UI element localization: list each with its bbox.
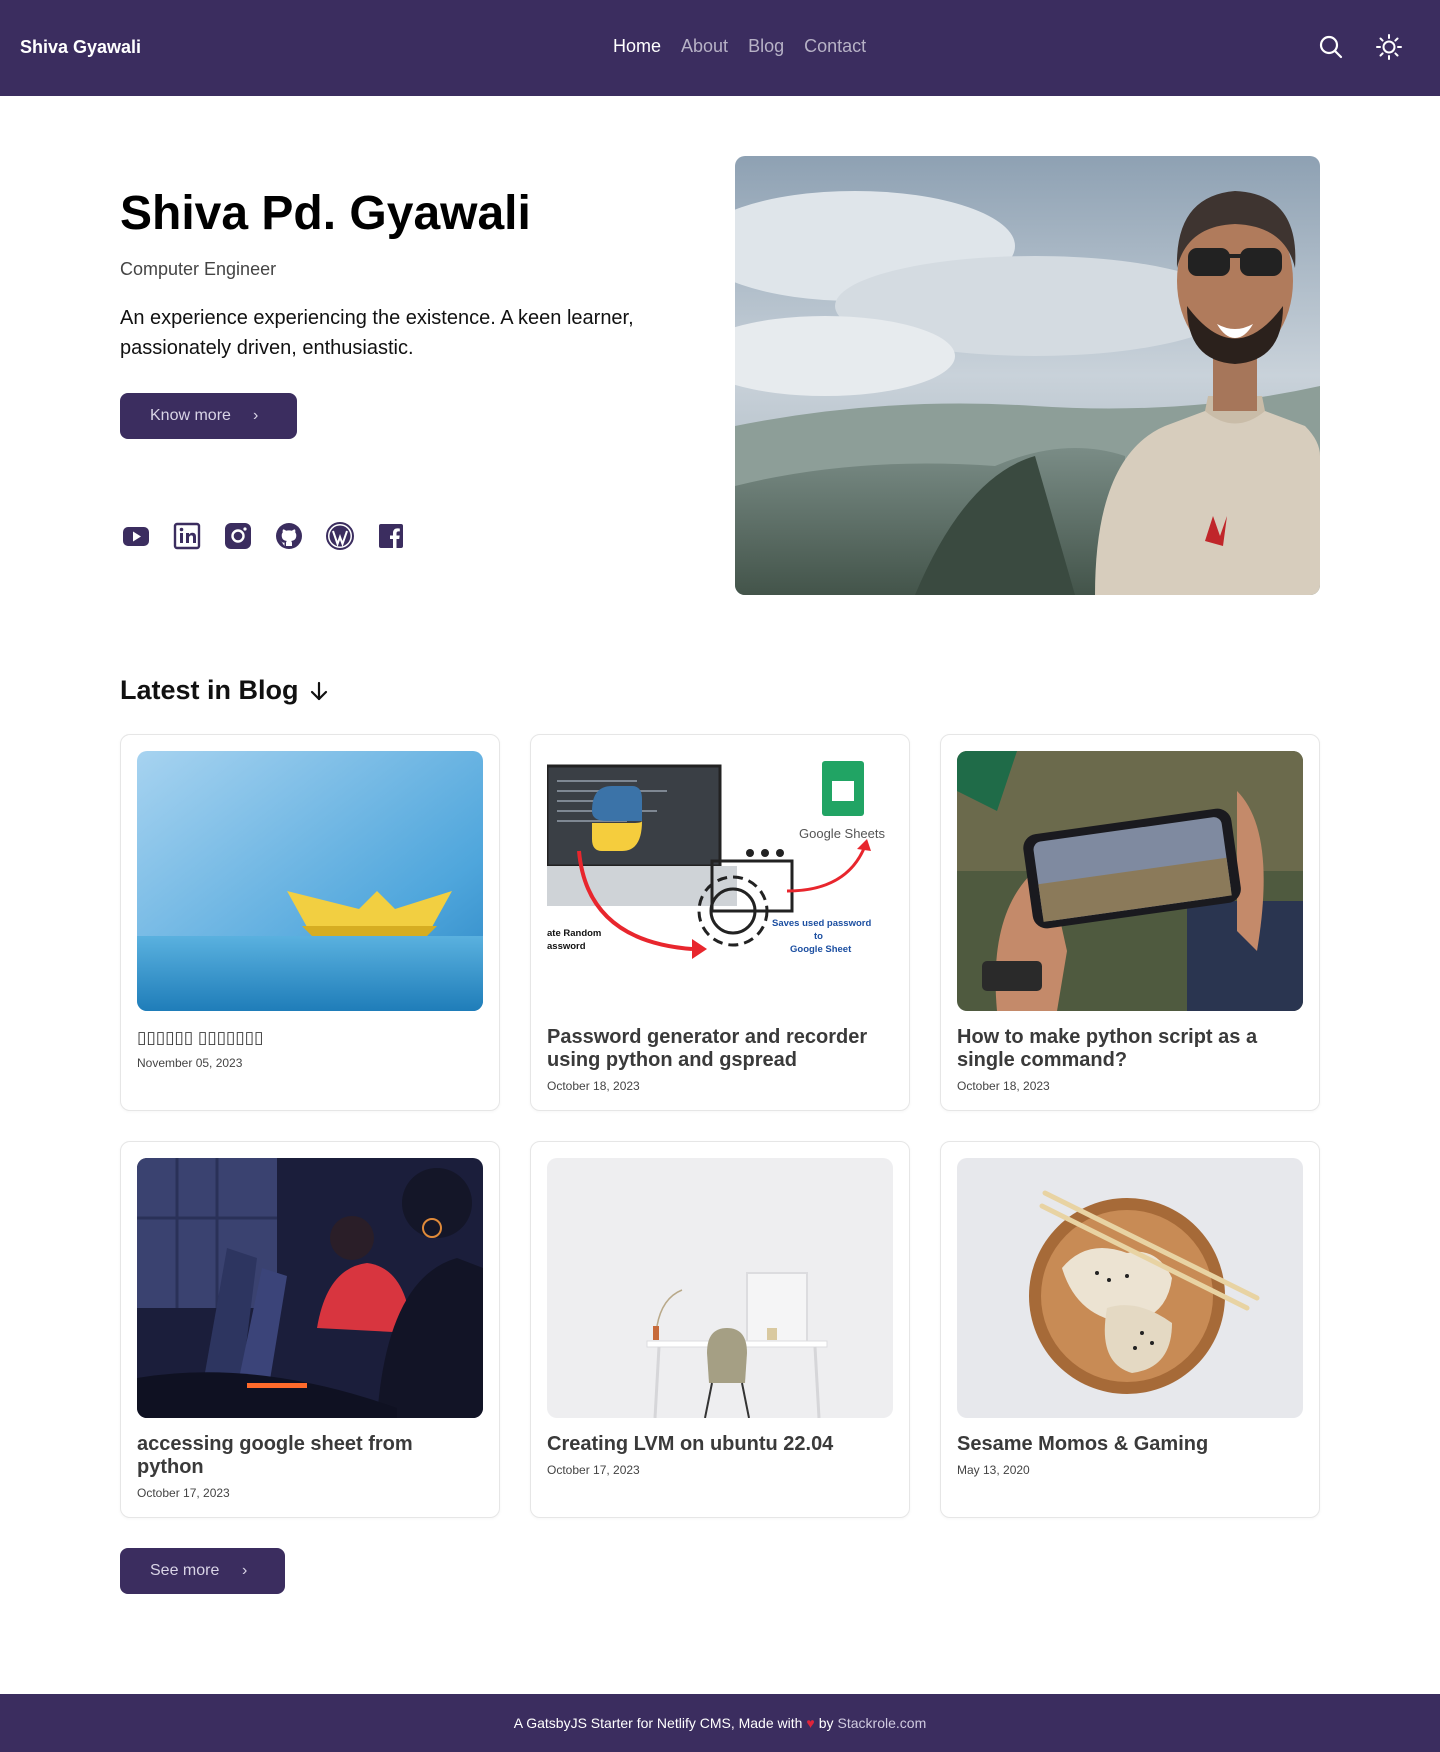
post-date: October 17, 2023 <box>137 1486 230 1500</box>
thumb-text-google-sheet: Google Sheet <box>790 944 852 955</box>
blog-heading: Latest in Blog <box>120 675 331 706</box>
post-thumbnail: Google Sheets Saves used password to Goo… <box>547 751 893 1011</box>
post-title[interactable]: ▯▯▯▯▯▯ ▯▯▯▯▯▯▯ <box>137 1026 483 1049</box>
know-more-button[interactable]: Know more › <box>120 393 297 439</box>
site-footer: A GatsbyJS Starter for Netlify CMS, Made… <box>0 1694 1440 1752</box>
social-links <box>122 520 405 552</box>
post-date: October 18, 2023 <box>547 1079 640 1093</box>
blog-heading-text: Latest in Blog <box>120 675 299 705</box>
github-icon[interactable] <box>275 520 303 552</box>
see-more-button[interactable]: See more › <box>120 1548 285 1594</box>
profile-photo <box>735 156 1320 595</box>
chevron-right-icon: › <box>242 1562 248 1579</box>
hero-description: An experience experiencing the existence… <box>120 307 634 359</box>
blog-card[interactable]: Google Sheets Saves used password to Goo… <box>530 734 910 1111</box>
arrow-down-icon <box>310 681 327 700</box>
post-date: May 13, 2020 <box>957 1463 1030 1477</box>
wordpress-icon[interactable] <box>326 520 354 552</box>
see-more-label: See more <box>150 1562 220 1579</box>
blog-card[interactable]: Sesame Momos & Gaming May 13, 2020 <box>940 1141 1320 1518</box>
post-title[interactable]: Password generator and recorder using py… <box>547 1026 893 1072</box>
main-nav: Home About Blog Contact <box>613 36 866 57</box>
post-title[interactable]: Creating LVM on ubuntu 22.04 <box>547 1433 893 1456</box>
hero-name: Shiva Pd. Gyawali <box>120 187 531 240</box>
search-icon[interactable] <box>1318 34 1344 60</box>
thumb-text-to: to <box>814 931 823 942</box>
blog-card[interactable]: Creating LVM on ubuntu 22.04 October 17,… <box>530 1141 910 1518</box>
footer-text: A GatsbyJS Starter for Netlify CMS, Made… <box>513 1715 803 1731</box>
nav-about[interactable]: About <box>681 36 728 57</box>
post-thumbnail <box>957 1158 1303 1418</box>
blog-card[interactable]: accessing google sheet from python Octob… <box>120 1141 500 1518</box>
linkedin-icon[interactable] <box>173 520 201 552</box>
heart-icon: ♥ <box>806 1715 815 1731</box>
thumb-text-saves: Saves used password <box>772 918 871 929</box>
post-date: November 05, 2023 <box>137 1056 243 1070</box>
thumb-text-random: ate Random <box>547 928 601 939</box>
post-thumbnail <box>957 751 1303 1011</box>
site-brand[interactable]: Shiva Gyawali <box>20 37 141 58</box>
thumb-text-password: assword <box>547 941 586 952</box>
post-thumbnail <box>547 1158 893 1418</box>
blog-card[interactable]: ▯▯▯▯▯▯ ▯▯▯▯▯▯▯ November 05, 2023 <box>120 734 500 1111</box>
post-title[interactable]: accessing google sheet from python <box>137 1433 483 1479</box>
blog-card[interactable]: How to make python script as a single co… <box>940 734 1320 1111</box>
facebook-icon[interactable] <box>377 520 405 552</box>
nav-blog[interactable]: Blog <box>748 36 784 57</box>
youtube-icon[interactable] <box>122 520 150 552</box>
nav-home[interactable]: Home <box>613 36 661 57</box>
nav-contact[interactable]: Contact <box>804 36 866 57</box>
post-thumbnail <box>137 751 483 1011</box>
footer-by: by <box>818 1715 834 1731</box>
site-header: Shiva Gyawali Home About Blog Contact <box>0 0 1440 96</box>
post-date: October 17, 2023 <box>547 1463 640 1477</box>
know-more-label: Know more <box>150 407 231 424</box>
post-title[interactable]: Sesame Momos & Gaming <box>957 1433 1303 1456</box>
chevron-right-icon: › <box>253 407 259 424</box>
post-title[interactable]: How to make python script as a single co… <box>957 1026 1303 1072</box>
post-date: October 18, 2023 <box>957 1079 1050 1093</box>
hero-role: Computer Engineer <box>120 259 277 279</box>
post-thumbnail <box>137 1158 483 1418</box>
sun-icon[interactable] <box>1375 33 1403 61</box>
instagram-icon[interactable] <box>224 520 252 552</box>
footer-link[interactable]: Stackrole.com <box>838 1715 927 1731</box>
google-sheets-label: Google Sheets <box>799 826 886 841</box>
